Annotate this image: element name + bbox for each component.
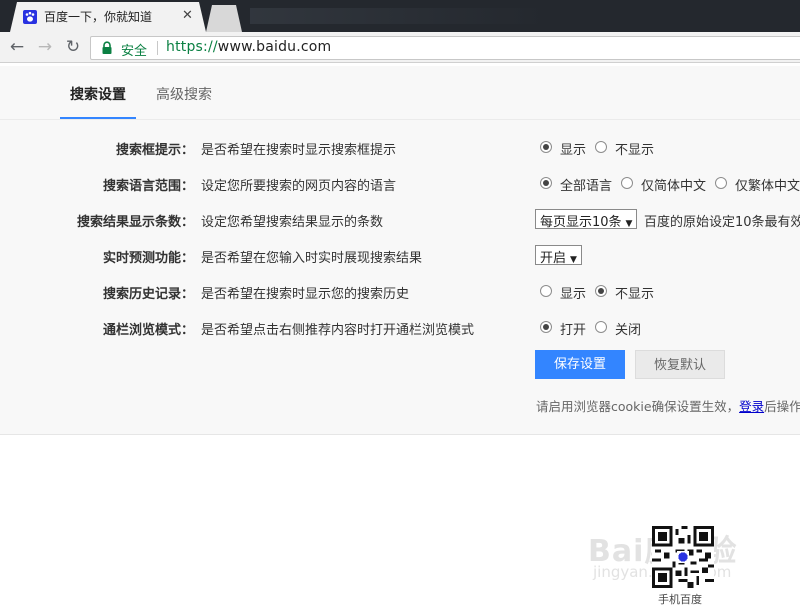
setting-row-fullwidth-browse: 通栏浏览模式： 是否希望点击右侧推荐内容时打开通栏浏览模式 打开 关闭 (0, 316, 800, 340)
browser-tab-active[interactable]: 百度一下，你就知道 ✕ (10, 2, 206, 32)
cookie-note: 请启用浏览器cookie确保设置生效，登录后操作 (536, 396, 800, 415)
setting-row-suggestions: 搜索框提示： 是否希望在搜索时显示搜索框提示 显示 不显示 (0, 136, 800, 160)
dropdown-arrow-icon: ▼ (625, 219, 633, 229)
search-settings-panel: 搜索设置 高级搜索 搜索框提示： 是否希望在搜索时显示搜索框提示 显示 不显示 … (0, 66, 800, 435)
radio-label: 关闭 (615, 323, 642, 338)
address-bar[interactable]: 安全 https://www.baidu.com (90, 36, 800, 60)
restore-defaults-button[interactable]: 恢复默认 (635, 350, 725, 379)
radio-close[interactable] (595, 321, 607, 333)
radio-label: 仅简体中文 (641, 179, 707, 194)
setting-description: 设定您所要搜索的网页内容的语言 (201, 179, 397, 194)
radio-open[interactable] (540, 321, 552, 333)
baidu-paw-icon (23, 10, 37, 24)
setting-label: 实时预测功能： (102, 251, 194, 266)
arrow-left-icon[interactable]: ← (6, 36, 28, 58)
setting-label: 通栏浏览模式： (102, 323, 194, 338)
radio-show[interactable] (540, 141, 552, 153)
setting-description: 是否希望在搜索时显示搜索框提示 (201, 143, 397, 158)
qr-caption: 手机百度 (658, 593, 702, 606)
cookie-note-suffix: 后操作 (764, 399, 800, 414)
qr-code (652, 526, 714, 588)
arrow-right-icon[interactable]: → (34, 36, 56, 58)
results-count-hint: 百度的原始设定10条最有效 (644, 215, 800, 230)
browser-tabstrip: 百度一下，你就知道 ✕ (0, 0, 800, 32)
url-protocol: https:// (166, 39, 218, 55)
tabstrip-blur (250, 8, 550, 24)
radio-hide[interactable] (595, 141, 607, 153)
radio-label: 显示 (560, 287, 587, 302)
dropdown-arrow-icon: ▼ (570, 255, 577, 265)
setting-row-language: 搜索语言范围： 设定您所要搜索的网页内容的语言 全部语言 仅简体中文 仅繁体中文 (0, 172, 800, 196)
instant-prediction-select[interactable]: 开启 ▼ (535, 245, 582, 266)
select-value: 开启 (540, 251, 567, 266)
setting-description: 是否希望点击右侧推荐内容时打开通栏浏览模式 (201, 323, 475, 338)
cookie-note-prefix: 请启用浏览器cookie确保设置生效， (536, 399, 740, 414)
setting-row-instant-prediction: 实时预测功能： 是否希望在您输入时实时展现搜索结果 开启 ▼ (0, 244, 800, 268)
setting-row-search-history: 搜索历史记录： 是否希望在搜索时显示您的搜索历史 显示 不显示 (0, 280, 800, 304)
radio-label: 仅繁体中文 (735, 179, 800, 194)
radio-label: 不显示 (615, 143, 655, 158)
tab-close-icon[interactable]: ✕ (182, 8, 193, 23)
select-value: 每页显示10条 (540, 215, 622, 230)
radio-label: 显示 (560, 143, 587, 158)
tab-title: 百度一下，你就知道 (44, 10, 153, 24)
setting-description: 设定您希望搜索结果显示的条数 (201, 215, 384, 230)
setting-row-results-count: 搜索结果显示条数： 设定您希望搜索结果显示的条数 每页显示10条 ▼ 百度的原始设… (0, 208, 800, 232)
setting-label: 搜索框提示： (115, 143, 194, 158)
radio-label: 不显示 (615, 287, 655, 302)
radio-label: 打开 (560, 323, 587, 338)
setting-label: 搜索结果显示条数： (76, 215, 194, 230)
login-link[interactable]: 登录 (739, 399, 764, 414)
setting-description: 是否希望在您输入时实时展现搜索结果 (201, 251, 423, 266)
setting-label: 搜索历史记录： (102, 287, 194, 302)
save-settings-button[interactable]: 保存设置 (535, 350, 625, 379)
security-label: 安全 (121, 44, 148, 59)
reload-icon[interactable]: ↻ (62, 36, 84, 58)
new-tab-button[interactable] (206, 5, 242, 32)
url-text[interactable]: https://www.baidu.com (166, 39, 331, 55)
radio-traditional-chinese[interactable] (715, 177, 727, 189)
results-per-page-select[interactable]: 每页显示10条 ▼ (535, 209, 638, 230)
browser-toolbar: ← → ↻ 安全 https://www.baidu.com (0, 32, 800, 63)
setting-description: 是否希望在搜索时显示您的搜索历史 (201, 287, 410, 302)
url-host: www.baidu.com (217, 39, 332, 55)
tab-advanced-search[interactable]: 高级搜索 (156, 84, 212, 104)
radio-hide[interactable] (595, 285, 607, 297)
lock-icon (102, 41, 112, 54)
radio-label: 全部语言 (560, 179, 613, 194)
settings-tabs: 搜索设置 高级搜索 (0, 66, 800, 120)
radio-all-languages[interactable] (540, 177, 552, 189)
tab-search-settings[interactable]: 搜索设置 (70, 84, 126, 104)
tabs-divider (0, 119, 800, 120)
radio-simplified-chinese[interactable] (621, 177, 633, 189)
radio-show[interactable] (540, 285, 552, 297)
setting-label: 搜索语言范围： (102, 179, 194, 194)
omnibox-divider (157, 41, 158, 55)
